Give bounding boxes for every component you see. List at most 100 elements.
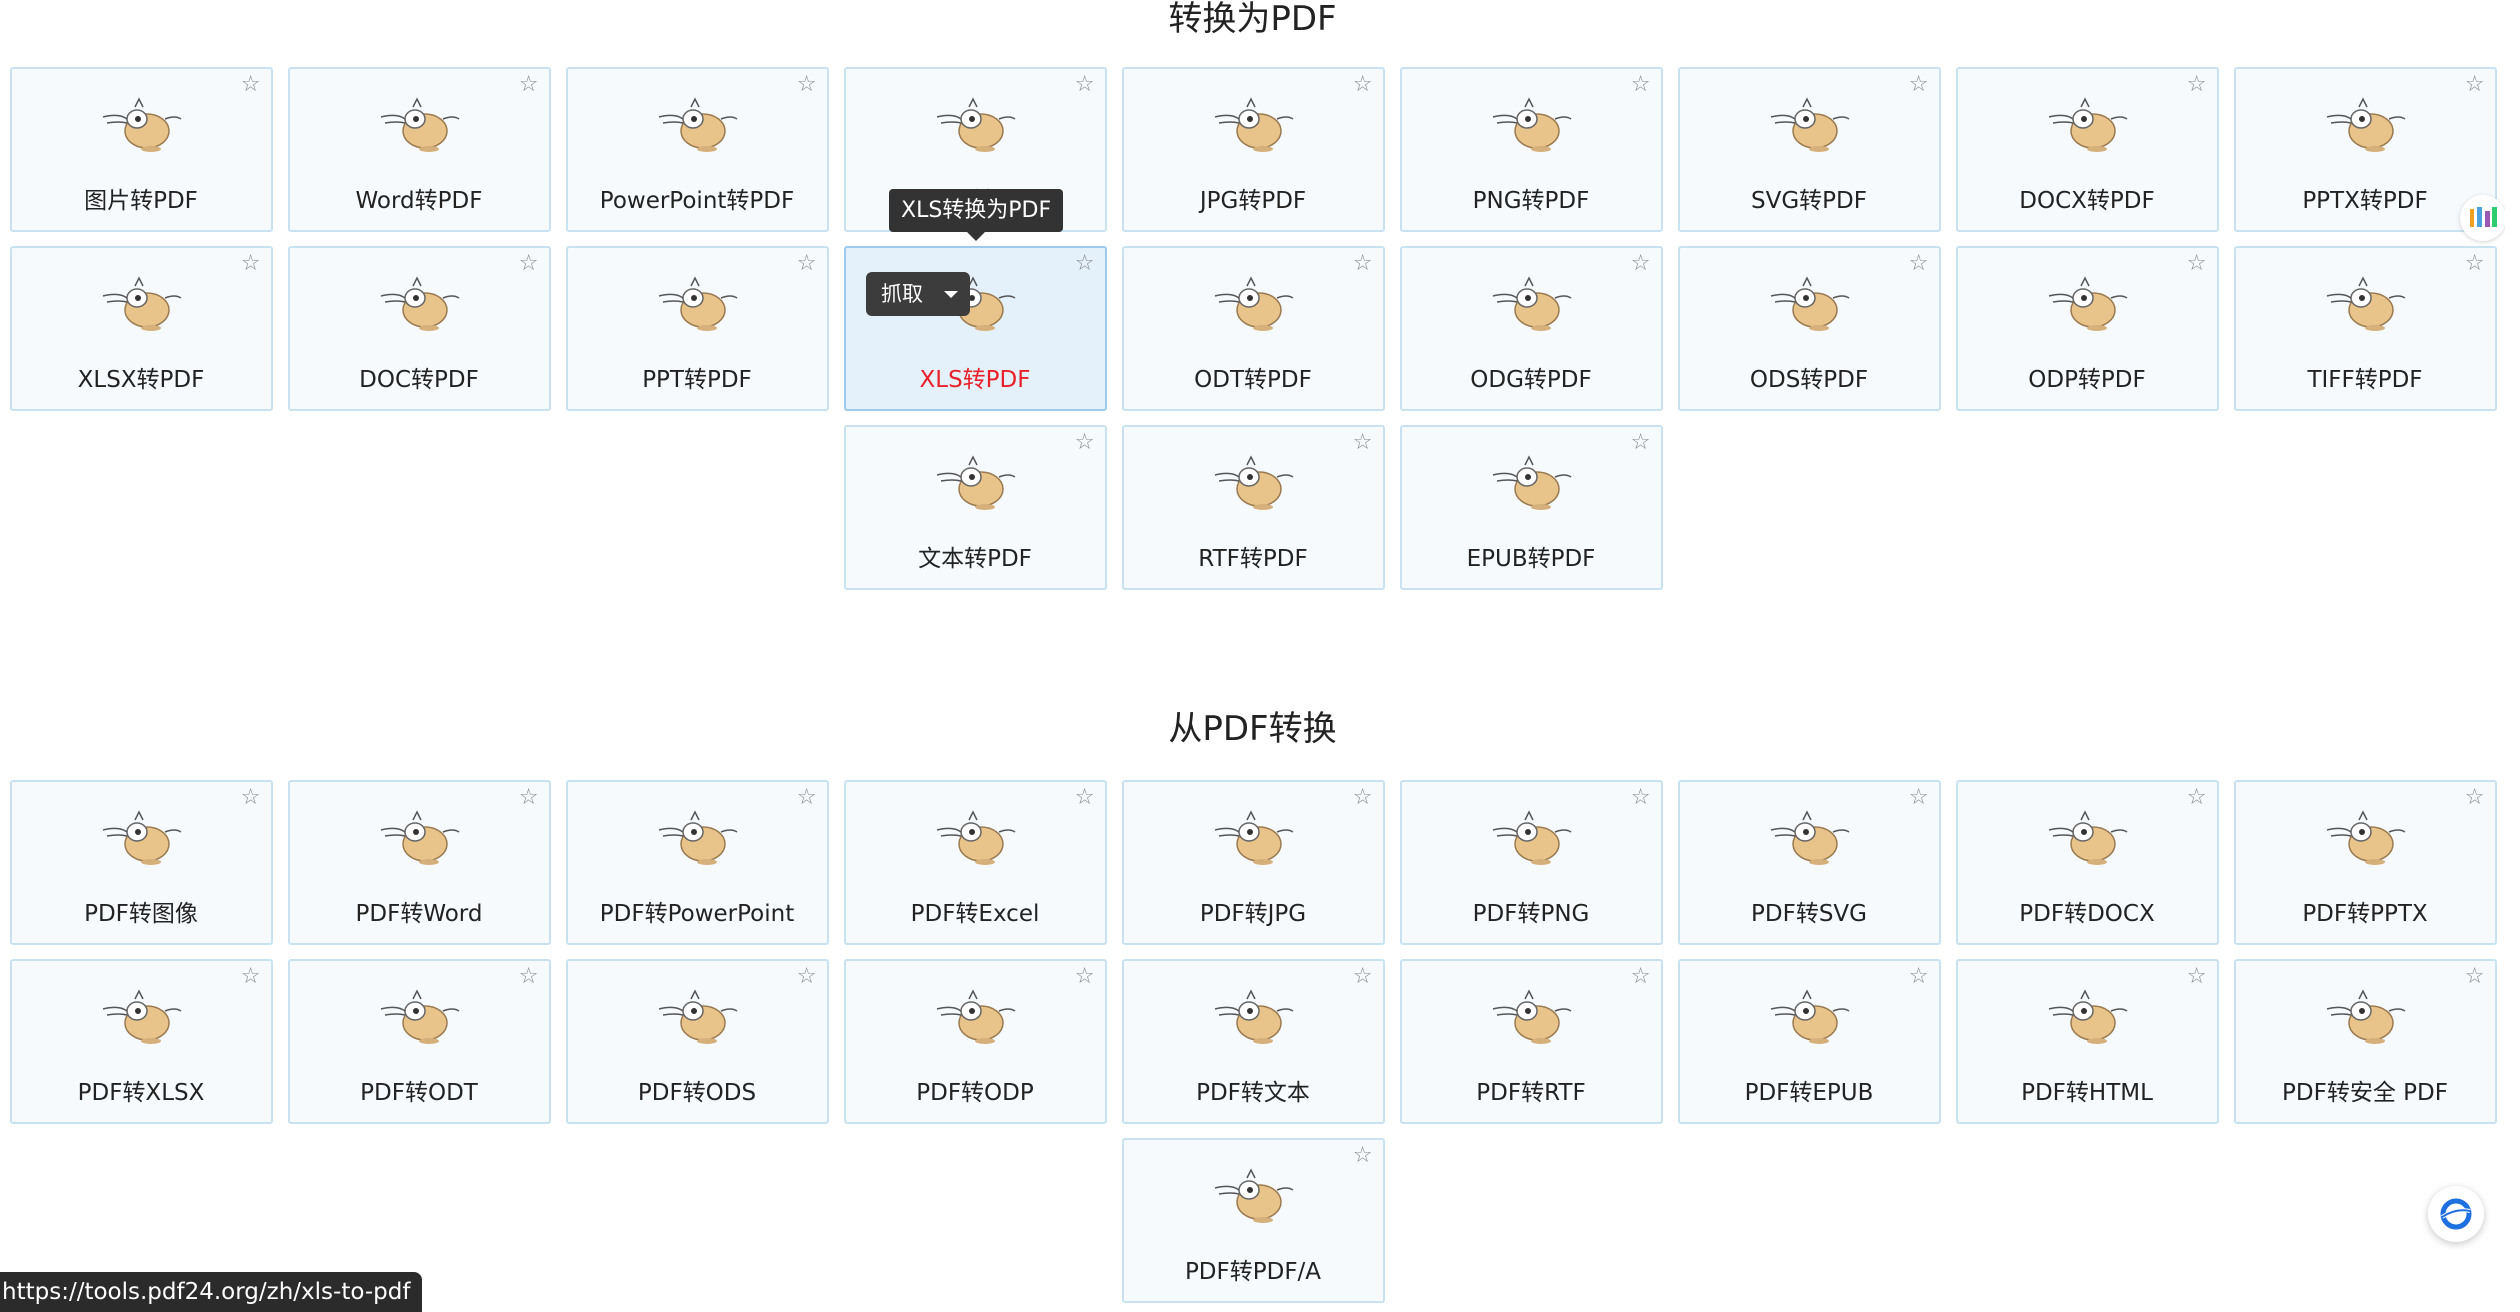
tool-tile[interactable]: ☆ XLSX转PDF xyxy=(9,246,273,411)
tool-tile[interactable]: ☆ PowerPoint转PDF xyxy=(565,67,829,232)
tool-tile[interactable]: ☆ PDF转HTML xyxy=(1955,959,2219,1124)
pdf24-mascot-icon xyxy=(936,97,1016,152)
tool-tile[interactable]: ☆ PDF转Excel xyxy=(843,780,1107,945)
tool-tile-label: PDF转PNG xyxy=(1472,901,1590,927)
tool-tile[interactable]: ☆ DOCX转PDF xyxy=(1955,67,2219,232)
star-outline-icon[interactable]: ☆ xyxy=(2465,966,2485,988)
star-outline-icon[interactable]: ☆ xyxy=(1909,787,1929,809)
tool-tile[interactable]: ☆ PDF转JPG xyxy=(1121,780,1385,945)
tool-tile[interactable]: ☆ PDF转PNG xyxy=(1399,780,1663,945)
star-outline-icon[interactable]: ☆ xyxy=(1909,966,1929,988)
tool-tile[interactable]: ☆ JPG转PDF xyxy=(1121,67,1385,232)
tool-tile[interactable]: ☆ PDF转ODP xyxy=(843,959,1107,1124)
tool-tile[interactable]: ☆ PDF转ODS xyxy=(565,959,829,1124)
chevron-down-icon[interactable] xyxy=(944,291,958,298)
tool-tile[interactable]: ☆ PDF转图像 xyxy=(9,780,273,945)
star-outline-icon[interactable]: ☆ xyxy=(241,74,261,96)
tool-tile[interactable]: ☆ RTF转PDF xyxy=(1121,425,1385,590)
star-outline-icon[interactable]: ☆ xyxy=(1909,253,1929,275)
tool-tile[interactable]: ☆ PDF转安全 PDF xyxy=(2233,959,2497,1124)
star-outline-icon[interactable]: ☆ xyxy=(2465,74,2485,96)
star-outline-icon[interactable]: ☆ xyxy=(1353,74,1373,96)
star-outline-icon[interactable]: ☆ xyxy=(797,253,817,275)
tool-tile[interactable]: ☆ PDF转PPTX xyxy=(2233,780,2497,945)
star-outline-icon[interactable]: ☆ xyxy=(2187,787,2207,809)
star-outline-icon[interactable]: ☆ xyxy=(1909,74,1929,96)
page-root: 转换为PDF ☆ 图片转PDF ☆ Word转PDF ☆ PowerPoint转… xyxy=(0,0,2520,1312)
star-outline-icon[interactable]: ☆ xyxy=(797,787,817,809)
star-outline-icon[interactable]: ☆ xyxy=(519,787,539,809)
tool-tile[interactable]: ☆ ODS转PDF xyxy=(1677,246,1941,411)
tool-tile[interactable]: ☆ PDF转EPUB xyxy=(1677,959,1941,1124)
pdf24-mascot-icon xyxy=(2326,276,2406,331)
star-outline-icon[interactable]: ☆ xyxy=(2187,966,2207,988)
star-outline-icon[interactable]: ☆ xyxy=(241,787,261,809)
page-edge xyxy=(2505,0,2520,1312)
tool-tile[interactable]: ☆ PDF转DOCX xyxy=(1955,780,2219,945)
star-outline-icon[interactable]: ☆ xyxy=(1353,1145,1373,1167)
tool-tile[interactable]: ☆ PDF转XLSX xyxy=(9,959,273,1124)
tool-tile[interactable]: ☆ PDF转Word xyxy=(287,780,551,945)
star-outline-icon[interactable]: ☆ xyxy=(2187,253,2207,275)
tool-tile[interactable]: ☆ ODP转PDF xyxy=(1955,246,2219,411)
pdf24-mascot-icon xyxy=(1214,97,1294,152)
star-outline-icon[interactable]: ☆ xyxy=(1631,253,1651,275)
tool-tile[interactable]: ☆ Word转PDF xyxy=(287,67,551,232)
star-outline-icon[interactable]: ☆ xyxy=(1631,432,1651,454)
extension-badge-icon[interactable] xyxy=(2460,195,2506,241)
star-outline-icon[interactable]: ☆ xyxy=(241,253,261,275)
star-outline-icon[interactable]: ☆ xyxy=(241,966,261,988)
tool-tile[interactable]: ☆ EPUB转PDF xyxy=(1399,425,1663,590)
tool-tile[interactable]: ☆ PDF转RTF xyxy=(1399,959,1663,1124)
star-outline-icon[interactable]: ☆ xyxy=(519,74,539,96)
tool-tile[interactable]: ☆ 文本转PDF xyxy=(843,425,1107,590)
tool-tile[interactable]: ☆ PDF转PDF/A xyxy=(1121,1138,1385,1303)
tool-tile-label: PDF转PDF/A xyxy=(1184,1259,1322,1285)
tool-tile-label: ODP转PDF xyxy=(2028,367,2146,393)
tool-tile-label: Word转PDF xyxy=(355,188,483,214)
grab-chip[interactable]: 抓取 xyxy=(866,272,970,316)
tool-tile[interactable]: ☆ XLS转PDF xyxy=(843,246,1107,411)
star-outline-icon[interactable]: ☆ xyxy=(2465,787,2485,809)
assistant-orb-icon[interactable] xyxy=(2428,1186,2484,1242)
tool-tile[interactable]: ☆ ODT转PDF xyxy=(1121,246,1385,411)
star-outline-icon[interactable]: ☆ xyxy=(1353,787,1373,809)
pdf24-mascot-icon xyxy=(2326,810,2406,865)
tool-tile[interactable]: ☆ 图片转PDF xyxy=(9,67,273,232)
tool-tile[interactable]: ☆ PDF转ODT xyxy=(287,959,551,1124)
tool-tile[interactable]: ☆ PDF转文本 xyxy=(1121,959,1385,1124)
star-outline-icon[interactable]: ☆ xyxy=(1353,432,1373,454)
star-outline-icon[interactable]: ☆ xyxy=(1353,966,1373,988)
star-outline-icon[interactable]: ☆ xyxy=(1631,787,1651,809)
tool-tile[interactable]: ☆ DOC转PDF xyxy=(287,246,551,411)
tool-tile[interactable]: ☆ TIFF转PDF xyxy=(2233,246,2497,411)
tool-grid-to-pdf: ☆ 图片转PDF ☆ Word转PDF ☆ PowerPoint转PDF ☆ ☆… xyxy=(3,67,2503,590)
star-outline-icon[interactable]: ☆ xyxy=(797,74,817,96)
star-outline-icon[interactable]: ☆ xyxy=(1075,432,1095,454)
tool-tile[interactable]: ☆ PDF转SVG xyxy=(1677,780,1941,945)
star-outline-icon[interactable]: ☆ xyxy=(2187,74,2207,96)
tool-tile[interactable]: ☆ PPTX转PDF xyxy=(2233,67,2497,232)
star-outline-icon[interactable]: ☆ xyxy=(1075,966,1095,988)
star-outline-icon[interactable]: ☆ xyxy=(2465,253,2485,275)
tool-tile[interactable]: ☆ PPT转PDF xyxy=(565,246,829,411)
tool-tile[interactable]: ☆ SVG转PDF xyxy=(1677,67,1941,232)
star-outline-icon[interactable]: ☆ xyxy=(1075,74,1095,96)
star-outline-icon[interactable]: ☆ xyxy=(1353,253,1373,275)
star-outline-icon[interactable]: ☆ xyxy=(519,966,539,988)
pdf24-mascot-icon xyxy=(658,810,738,865)
star-outline-icon[interactable]: ☆ xyxy=(1075,253,1095,275)
tool-tile[interactable]: ☆ PDF转PowerPoint xyxy=(565,780,829,945)
star-outline-icon[interactable]: ☆ xyxy=(1631,74,1651,96)
star-outline-icon[interactable]: ☆ xyxy=(797,966,817,988)
star-outline-icon[interactable]: ☆ xyxy=(519,253,539,275)
tool-tile[interactable]: ☆ ODG转PDF xyxy=(1399,246,1663,411)
tool-tile-label: PDF转EPUB xyxy=(1744,1080,1874,1106)
star-outline-icon[interactable]: ☆ xyxy=(1631,966,1651,988)
star-outline-icon[interactable]: ☆ xyxy=(1075,787,1095,809)
pdf24-mascot-icon xyxy=(1214,455,1294,510)
tool-tile[interactable]: ☆ PNG转PDF xyxy=(1399,67,1663,232)
pdf24-mascot-icon xyxy=(1770,810,1850,865)
status-bar-url: https://tools.pdf24.org/zh/xls-to-pdf xyxy=(0,1272,423,1312)
tool-tile-label: EPUB转PDF xyxy=(1466,546,1596,572)
